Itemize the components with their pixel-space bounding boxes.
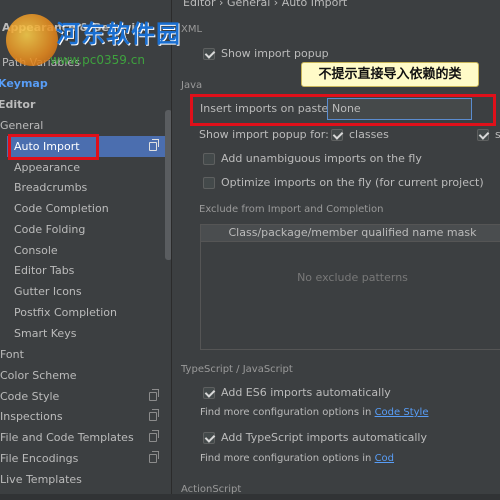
xml-show-import-popup[interactable]: Show import popup bbox=[203, 45, 329, 63]
sidebar-item-file-encodings[interactable]: File Encodings bbox=[0, 448, 165, 469]
project-scope-icon bbox=[149, 451, 159, 463]
sidebar-item-code-folding[interactable]: Code Folding bbox=[0, 219, 165, 240]
add-es6-option[interactable]: Add ES6 imports automatically bbox=[203, 384, 391, 402]
sidebar-item-label: Inspections bbox=[0, 410, 63, 423]
sidebar-item-label: Editor bbox=[0, 98, 36, 111]
java-section-label: Java bbox=[181, 80, 203, 91]
sidebar-item-inspections[interactable]: Inspections bbox=[0, 406, 165, 427]
sidebar-item-appearance[interactable]: Appearance bbox=[0, 157, 165, 178]
show-popup-for-label: Show import popup for: bbox=[199, 128, 329, 141]
optimize-imports-checkbox[interactable] bbox=[203, 177, 215, 189]
sidebar-item-code-completion[interactable]: Code Completion bbox=[0, 198, 165, 219]
sidebar-item-label: File Encodings bbox=[0, 452, 79, 465]
exclude-empty-text: No exclude patterns bbox=[297, 271, 408, 284]
sidebar-item-appearance-behavior[interactable]: Appearance & Behavior bbox=[0, 17, 165, 38]
sidebar-item-path-variables[interactable]: Path Variables bbox=[0, 52, 165, 73]
add-unambiguous-option[interactable]: Add unambiguous imports on the fly bbox=[203, 150, 422, 168]
sidebar-item-breadcrumbs[interactable]: Breadcrumbs bbox=[0, 177, 165, 198]
project-scope-icon bbox=[149, 139, 159, 151]
sidebar-item-smart-keys[interactable]: Smart Keys bbox=[0, 323, 165, 344]
find-more-hint-1-text: Find more configuration options in bbox=[200, 407, 372, 418]
exclude-section-label: Exclude from Import and Completion bbox=[199, 204, 384, 215]
sidebar-item-label: Code Folding bbox=[14, 223, 86, 236]
optimize-imports-label: Optimize imports on the fly (for current… bbox=[221, 176, 484, 189]
xml-section-label: XML bbox=[181, 24, 203, 35]
sidebar-item-live-templates[interactable]: Live Templates bbox=[0, 469, 165, 490]
sidebar-item-console[interactable]: Console bbox=[0, 240, 165, 261]
xml-show-import-popup-checkbox[interactable] bbox=[203, 48, 215, 60]
sidebar-item-gutter-icons[interactable]: Gutter Icons bbox=[0, 281, 165, 302]
sidebar-item-font[interactable]: Font bbox=[0, 344, 165, 365]
sidebar-item-label: Appearance & Behavior bbox=[2, 21, 149, 34]
sidebar-item-postfix-completion[interactable]: Postfix Completion bbox=[0, 302, 165, 323]
sidebar-item-label: Code Style bbox=[0, 390, 60, 403]
sidebar-item-label: File and Code Templates bbox=[0, 431, 134, 444]
sidebar-item-label: Editor Tabs bbox=[14, 264, 75, 277]
xml-show-import-popup-label: Show import popup bbox=[221, 47, 329, 60]
classes-label: classes bbox=[349, 128, 389, 141]
add-ts-option[interactable]: Add TypeScript imports automatically bbox=[203, 429, 427, 447]
sidebar-item-label: Color Scheme bbox=[0, 369, 77, 382]
annotation-callout: 不提示直接导入依赖的类 bbox=[301, 62, 479, 87]
find-more-hint-1: Find more configuration options in Code … bbox=[200, 407, 428, 418]
project-scope-icon bbox=[149, 389, 159, 401]
insert-imports-highlight-box bbox=[190, 94, 496, 126]
exclude-column-header[interactable]: Class/package/member qualified name mask bbox=[201, 225, 500, 242]
auto-import-highlight-box bbox=[8, 134, 99, 160]
sidebar-scrollbar[interactable] bbox=[165, 110, 171, 260]
sidebar-item-label: Breadcrumbs bbox=[14, 181, 88, 194]
add-es6-label: Add ES6 imports automatically bbox=[221, 386, 391, 399]
exclude-table[interactable]: Class/package/member qualified name mask… bbox=[200, 224, 500, 350]
sidebar-item-code-style[interactable]: Code Style bbox=[0, 386, 165, 407]
add-ts-label: Add TypeScript imports automatically bbox=[221, 431, 427, 444]
project-scope-icon bbox=[149, 409, 159, 421]
typescript-section-label: TypeScript / JavaScript bbox=[181, 364, 293, 375]
classes-option[interactable]: classes bbox=[331, 126, 389, 144]
add-es6-checkbox[interactable] bbox=[203, 387, 215, 399]
static-checkbox[interactable] bbox=[477, 129, 489, 141]
sidebar-item-label: Smart Keys bbox=[14, 327, 77, 340]
settings-sidebar: Appearance & Behavior Path Variables Keyma… bbox=[0, 0, 172, 500]
sidebar-item-label: General bbox=[0, 119, 44, 132]
find-more-hint-2: Find more configuration options in Cod bbox=[200, 453, 394, 464]
classes-checkbox[interactable] bbox=[331, 129, 343, 141]
bottom-edge bbox=[0, 494, 500, 500]
sidebar-item-label: Path Variables bbox=[2, 56, 80, 69]
sidebar-item-label: Live Templates bbox=[0, 473, 82, 486]
static-option[interactable]: st bbox=[477, 126, 500, 144]
add-ts-checkbox[interactable] bbox=[203, 432, 215, 444]
sidebar-item-editor-tabs[interactable]: Editor Tabs bbox=[0, 260, 165, 281]
settings-content: Editor › General › Auto Import XML Show … bbox=[173, 0, 500, 500]
sidebar-item-label: Postfix Completion bbox=[14, 306, 117, 319]
find-more-hint-2-text: Find more configuration options in bbox=[200, 453, 372, 464]
add-unambiguous-checkbox[interactable] bbox=[203, 153, 215, 165]
code-style-link[interactable]: Code Style bbox=[375, 407, 429, 418]
sidebar-item-color-scheme[interactable]: Color Scheme bbox=[0, 365, 165, 386]
code-style-link-2[interactable]: Cod bbox=[375, 453, 394, 464]
sidebar-item-label: Keymap bbox=[0, 77, 48, 90]
add-unambiguous-label: Add unambiguous imports on the fly bbox=[221, 152, 422, 165]
sidebar-item-label: Code Completion bbox=[14, 202, 109, 215]
sidebar-item-label: Font bbox=[0, 348, 24, 361]
sidebar-item-general[interactable]: General bbox=[0, 115, 165, 136]
sidebar-item-label: Appearance bbox=[14, 161, 81, 174]
breadcrumb: Editor › General › Auto Import bbox=[183, 0, 348, 9]
sidebar-item-file-and-code-templates[interactable]: File and Code Templates bbox=[0, 427, 165, 448]
static-label: st bbox=[495, 128, 500, 141]
optimize-imports-option[interactable]: Optimize imports on the fly (for current… bbox=[203, 174, 484, 192]
sidebar-item-label: Console bbox=[14, 244, 58, 257]
sidebar-item-label: Gutter Icons bbox=[14, 285, 82, 298]
project-scope-icon bbox=[149, 430, 159, 442]
sidebar-item-editor[interactable]: Editor bbox=[0, 94, 165, 115]
sidebar-item-keymap[interactable]: Keymap bbox=[0, 73, 165, 94]
